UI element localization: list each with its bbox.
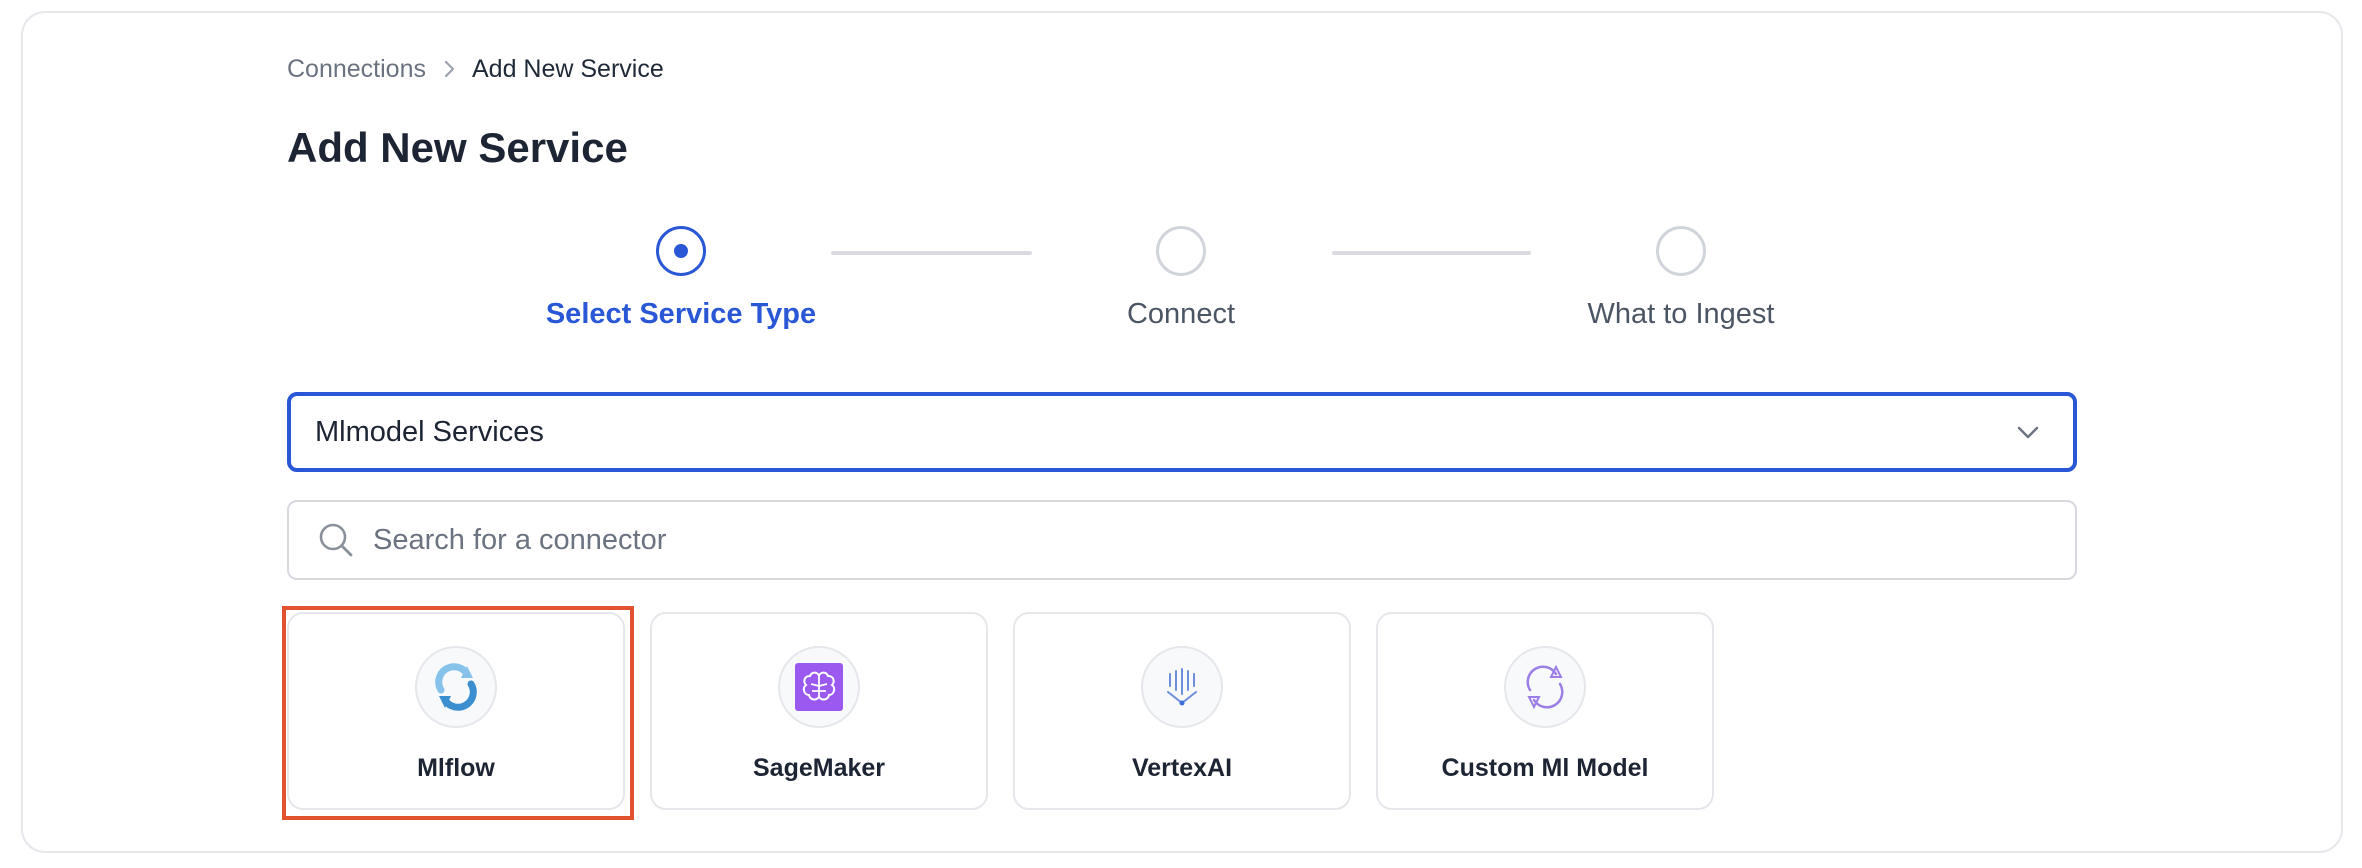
breadcrumb-current: Add New Service xyxy=(471,54,664,83)
service-category-select[interactable]: Mlmodel Services xyxy=(287,392,2077,472)
chevron-right-icon xyxy=(444,60,455,78)
connector-label: Mlflow xyxy=(417,754,495,782)
connector-label: VertexAI xyxy=(1131,754,1233,782)
connector-card-custom-ml-model[interactable]: Custom Ml Model xyxy=(1376,612,1714,810)
step-indicator xyxy=(1156,226,1206,276)
breadcrumb-connections-link[interactable]: Connections xyxy=(287,55,426,84)
stepper-connector-line xyxy=(1332,251,1531,255)
step-connect: Connect xyxy=(1031,226,1331,331)
step-indicator xyxy=(1656,226,1706,276)
custom-ml-model-logo-icon xyxy=(1504,646,1586,728)
vertexai-logo-icon xyxy=(1141,646,1223,728)
step-label: Connect xyxy=(1126,298,1235,330)
page-title: Add New Service xyxy=(287,124,628,171)
connector-label: SageMaker xyxy=(752,754,886,782)
connector-card-sagemaker[interactable]: SageMaker xyxy=(650,612,988,810)
step-label: What to Ingest xyxy=(1587,298,1775,330)
connector-card-mlflow[interactable]: Mlflow xyxy=(287,612,625,810)
chevron-down-icon xyxy=(2017,426,2039,439)
step-what-to-ingest: What to Ingest xyxy=(1531,226,1831,331)
step-indicator-active xyxy=(656,226,706,276)
mlflow-logo-icon xyxy=(415,646,497,728)
connector-label: Custom Ml Model xyxy=(1441,754,1649,782)
sagemaker-logo-icon xyxy=(778,646,860,728)
stepper-connector-line xyxy=(831,251,1032,255)
connector-search[interactable] xyxy=(287,500,2077,580)
search-icon xyxy=(319,523,353,557)
connector-card-vertexai[interactable]: VertexAI xyxy=(1013,612,1351,810)
search-input[interactable] xyxy=(371,522,2075,558)
step-label: Select Service Type xyxy=(545,298,817,330)
breadcrumb: Connections Add New Service xyxy=(287,52,664,86)
service-category-value: Mlmodel Services xyxy=(315,415,544,448)
step-select-service-type: Select Service Type xyxy=(531,226,831,331)
